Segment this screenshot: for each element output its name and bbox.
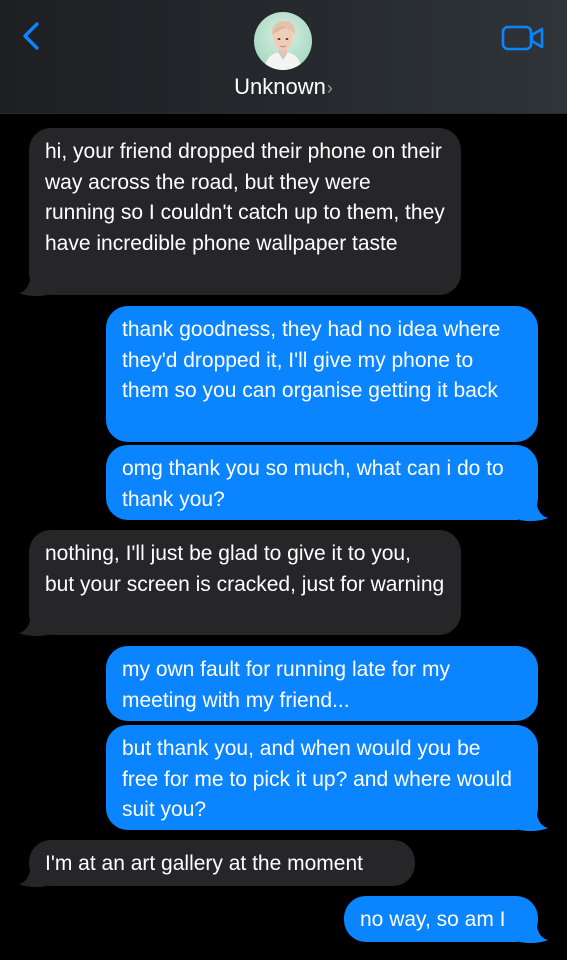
bubble-tail (520, 806, 548, 832)
message-text: but thank you, and when would you be fre… (122, 737, 512, 821)
bubble-tail (520, 496, 548, 522)
message-thread: hi, your friend dropped their phone on t… (0, 0, 567, 960)
message-sent[interactable]: no way, so am I (344, 896, 538, 942)
message-received[interactable]: hi, your friend dropped their phone on t… (29, 128, 461, 295)
message-text: no way, so am I (360, 908, 506, 931)
bubble-tail (520, 918, 548, 944)
bubble-tail (19, 862, 47, 888)
message-sent[interactable]: but thank you, and when would you be fre… (106, 725, 538, 830)
message-text: I'm at an art gallery at the moment (45, 852, 363, 875)
message-text: my own fault for running late for my mee… (122, 658, 450, 712)
bubble-tail (19, 271, 47, 297)
message-received[interactable]: nothing, I'll just be glad to give it to… (29, 530, 461, 635)
message-sent[interactable]: thank goodness, they had no idea where t… (106, 306, 538, 442)
message-sent[interactable]: my own fault for running late for my mee… (106, 646, 538, 721)
message-text: thank goodness, they had no idea where t… (122, 318, 501, 402)
message-text: omg thank you so much, what can i do to … (122, 457, 504, 511)
message-text: nothing, I'll just be glad to give it to… (45, 542, 445, 596)
message-sent[interactable]: omg thank you so much, what can i do to … (106, 445, 538, 520)
bubble-tail (19, 611, 47, 637)
message-text: hi, your friend dropped their phone on t… (45, 140, 445, 255)
message-received[interactable]: I'm at an art gallery at the moment (29, 840, 415, 886)
